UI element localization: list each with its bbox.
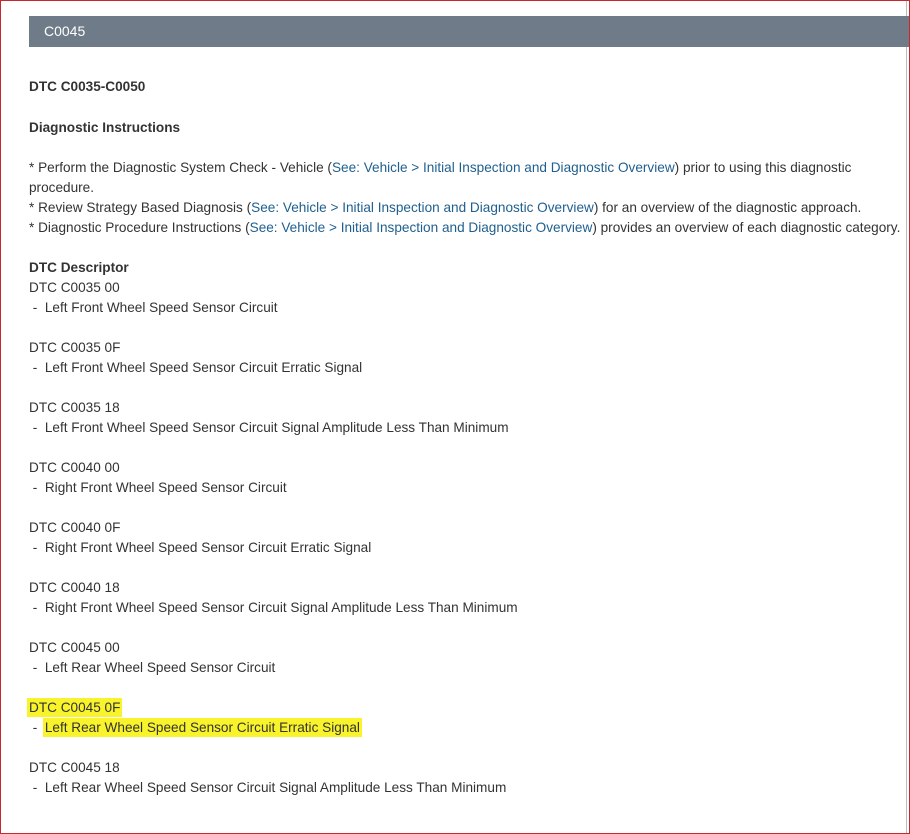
instruction-item: * Review Strategy Based Diagnosis (See: … [29,198,905,218]
scrollbar-edge [906,1,907,833]
descriptor-item: DTC C0045 00 - Left Rear Wheel Speed Sen… [29,638,905,698]
instruction-text: * Perform the Diagnostic System Check - … [29,160,332,175]
instruction-item: * Perform the Diagnostic System Check - … [29,158,905,198]
dash: - [29,540,45,555]
descriptor-item: DTC C0040 18 - Right Front Wheel Speed S… [29,578,905,638]
instructions-heading: Diagnostic Instructions [29,120,181,135]
instruction-text: ) provides an overview of each diagnosti… [592,220,901,235]
descriptor-item: DTC C0040 0F - Right Front Wheel Speed S… [29,518,905,578]
dash: - [29,600,45,615]
document-content: DTC C0035-C0050 Diagnostic Instructions … [29,77,905,798]
dtc-code: DTC C0045 0F [29,700,121,715]
see-link[interactable]: See: Vehicle > Initial Inspection and Di… [332,160,675,175]
see-link[interactable]: See: Vehicle > Initial Inspection and Di… [250,220,593,235]
descriptor-item: DTC C0035 00 - Left Front Wheel Speed Se… [29,278,905,338]
dtc-description: Right Front Wheel Speed Sensor Circuit S… [44,600,518,615]
instruction-item: * Diagnostic Procedure Instructions (See… [29,218,905,238]
dtc-code: DTC C0040 00 [29,460,120,475]
dtc-description: Left Rear Wheel Speed Sensor Circuit [44,660,276,675]
descriptor-item: DTC C0045 18 - Left Rear Wheel Speed Sen… [29,758,905,798]
descriptor-item: DTC C0035 0F - Left Front Wheel Speed Se… [29,338,905,398]
dtc-description: Left Front Wheel Speed Sensor Circuit Si… [44,420,509,435]
descriptor-heading: DTC Descriptor [29,260,129,275]
dash: - [29,300,45,315]
instruction-text: * Diagnostic Procedure Instructions ( [29,220,250,235]
dash: - [29,780,45,795]
dash: - [29,720,45,735]
dtc-code: DTC C0045 18 [29,760,120,775]
instruction-text: * Review Strategy Based Diagnosis ( [29,200,252,215]
see-link[interactable]: See: Vehicle > Initial Inspection and Di… [251,200,594,215]
dash: - [29,480,45,495]
dtc-range-heading: DTC C0035-C0050 [29,79,146,94]
dash: - [29,660,45,675]
dtc-code: DTC C0035 0F [29,340,121,355]
instruction-text: ) for an overview of the diagnostic appr… [593,200,862,215]
dtc-description: Right Front Wheel Speed Sensor Circuit [44,480,287,495]
section-title: C0045 [44,23,86,39]
dtc-description: Left Front Wheel Speed Sensor Circuit [44,300,278,315]
dtc-description: Right Front Wheel Speed Sensor Circuit E… [44,540,372,555]
descriptor-item: DTC C0035 18 - Left Front Wheel Speed Se… [29,398,905,458]
dash: - [29,420,45,435]
descriptor-list: DTC C0035 00 - Left Front Wheel Speed Se… [29,278,905,798]
dash: - [29,360,45,375]
descriptor-item: DTC C0045 0F - Left Rear Wheel Speed Sen… [29,698,905,758]
dtc-code: DTC C0040 0F [29,520,121,535]
dtc-description: Left Rear Wheel Speed Sensor Circuit Sig… [44,780,507,795]
dtc-description: Left Front Wheel Speed Sensor Circuit Er… [44,360,363,375]
descriptor-item: DTC C0040 00 - Right Front Wheel Speed S… [29,458,905,518]
dtc-code: DTC C0035 00 [29,280,120,295]
dtc-code: DTC C0045 00 [29,640,120,655]
instructions-list: * Perform the Diagnostic System Check - … [29,158,905,238]
dtc-description: Left Rear Wheel Speed Sensor Circuit Err… [44,720,360,735]
dtc-code: DTC C0035 18 [29,400,120,415]
dtc-code: DTC C0040 18 [29,580,120,595]
section-header: C0045 [29,16,909,47]
